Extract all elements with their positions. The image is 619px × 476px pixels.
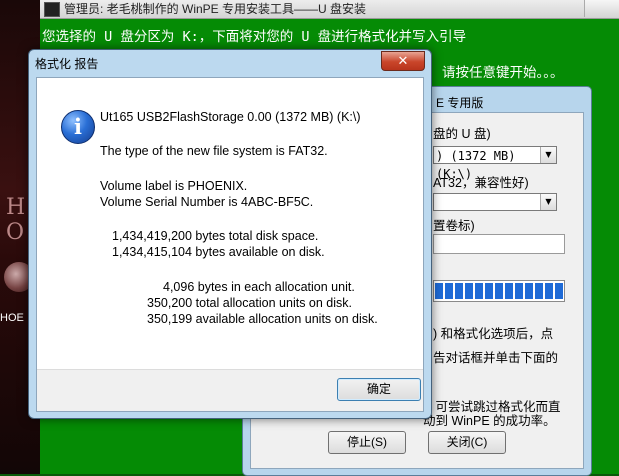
desktop-icon-label: HOE [0, 312, 24, 324]
chevron-down-icon[interactable]: ▼ [540, 147, 556, 163]
close-icon[interactable]: ✕ [381, 51, 425, 71]
console-titlebar: 管理员: 老毛桃制作的 WinPE 专用安装工具——U 盘安装 [40, 0, 619, 19]
chevron-down-icon[interactable]: ▼ [540, 194, 556, 210]
report-footer: 确定 [37, 369, 423, 411]
installer-text-a: ) 和格式化选项后，点 [433, 327, 554, 341]
report-client: i Ut165 USB2FlashStorage 0.00 (1372 MB) … [36, 77, 424, 412]
format-report-dialog: 格式化 报告 ✕ i Ut165 USB2FlashStorage 0.00 (… [28, 49, 432, 419]
progress-fill [435, 283, 563, 299]
volume-label-input[interactable] [433, 234, 565, 254]
info-icon: i [61, 110, 95, 144]
disk-select[interactable]: ) (1372 MB) (K:\) ▼ [433, 146, 557, 181]
report-volume-label: Volume label is PHOENIX. [100, 179, 248, 193]
report-total-space: 1,434,419,200 bytes total disk space. [112, 229, 319, 243]
report-available-space: 1,434,415,104 bytes available on disk. [112, 245, 325, 259]
ok-button[interactable]: 确定 [337, 378, 421, 401]
report-serial: Volume Serial Number is 4ABC-BF5C. [100, 195, 314, 209]
report-total-units: 350,200 total allocation units on disk. [147, 296, 352, 310]
console-line-1: 您选择的 U 盘分区为 K:，下面将对您的 U 盘进行格式化并写入引导 [42, 29, 467, 45]
filesystem-select[interactable]: ▼ [433, 193, 557, 211]
report-alloc-unit: 4,096 bytes in each allocation unit. [163, 280, 355, 294]
close-button[interactable]: 关闭(C) [428, 431, 506, 454]
installer-text-d: 动到 WinPE 的成功率。 [423, 414, 556, 428]
format-progress-bar [433, 280, 565, 302]
report-device: Ut165 USB2FlashStorage 0.00 (1372 MB) (K… [100, 110, 361, 124]
console-title: 管理员: 老毛桃制作的 WinPE 专用安装工具——U 盘安装 [64, 2, 367, 16]
installer-label-udisk: 盘的 U 盘) [433, 127, 491, 141]
report-title: 格式化 报告 [35, 57, 99, 71]
report-available-units: 350,199 available allocation units on di… [147, 312, 378, 326]
stop-button[interactable]: 停止(S) [328, 431, 406, 454]
installer-label-volume: 置卷标) [433, 219, 475, 233]
installer-title: E 专用版 [436, 96, 484, 110]
console-icon [44, 2, 60, 17]
console-window-button[interactable] [584, 0, 619, 17]
installer-text-b: 告对话框并单击下面的 [433, 351, 559, 365]
report-filesystem: The type of the new file system is FAT32… [100, 144, 328, 158]
installer-label-fs: AT32，兼容性好) [433, 176, 529, 190]
console-line-2: 请按任意键开始。。。 [442, 65, 564, 81]
